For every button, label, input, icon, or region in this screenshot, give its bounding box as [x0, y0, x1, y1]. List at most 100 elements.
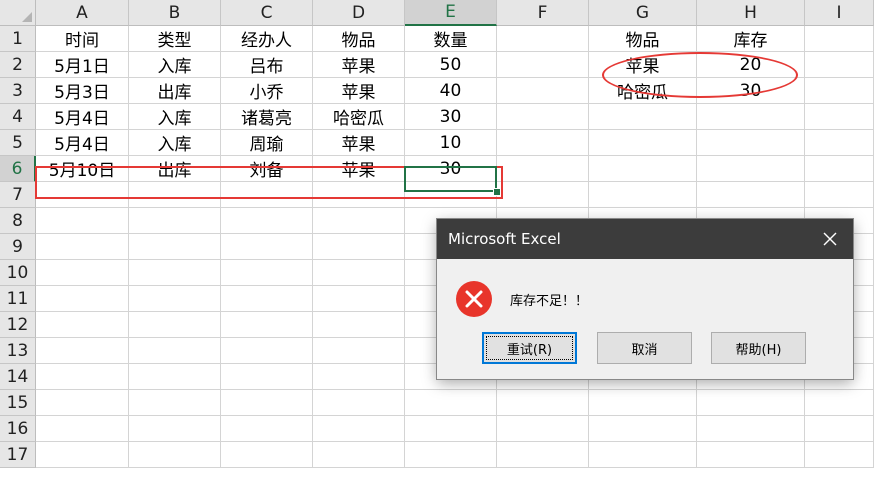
cell-e15[interactable]	[405, 390, 497, 416]
cell-e16[interactable]	[405, 416, 497, 442]
cell-h17[interactable]	[697, 442, 805, 468]
cell-a1[interactable]: 时间	[36, 26, 129, 52]
cell-g7[interactable]	[589, 182, 697, 208]
cell-a10[interactable]	[36, 260, 129, 286]
cell-d16[interactable]	[313, 416, 405, 442]
row-header-12[interactable]: 12	[0, 312, 36, 338]
row-header-16[interactable]: 16	[0, 416, 36, 442]
cell-a2[interactable]: 5月1日	[36, 52, 129, 78]
cell-b7[interactable]	[129, 182, 221, 208]
cell-c1[interactable]: 经办人	[221, 26, 313, 52]
row-header-13[interactable]: 13	[0, 338, 36, 364]
cell-f17[interactable]	[497, 442, 589, 468]
cell-h16[interactable]	[697, 416, 805, 442]
cell-c6[interactable]: 刘备	[221, 156, 313, 182]
column-header-f[interactable]: F	[497, 0, 589, 26]
cell-i4[interactable]	[805, 104, 874, 130]
cell-g5[interactable]	[589, 130, 697, 156]
row-header-14[interactable]: 14	[0, 364, 36, 390]
cell-c4[interactable]: 诸葛亮	[221, 104, 313, 130]
cell-f2[interactable]	[497, 52, 589, 78]
row-header-8[interactable]: 8	[0, 208, 36, 234]
cell-f15[interactable]	[497, 390, 589, 416]
cell-b6[interactable]: 出库	[129, 156, 221, 182]
cell-a5[interactable]: 5月4日	[36, 130, 129, 156]
cell-h7[interactable]	[697, 182, 805, 208]
cell-f5[interactable]	[497, 130, 589, 156]
cell-e2[interactable]: 50	[405, 52, 497, 78]
column-header-d[interactable]: D	[313, 0, 405, 26]
cell-c10[interactable]	[221, 260, 313, 286]
cell-c11[interactable]	[221, 286, 313, 312]
cell-b4[interactable]: 入库	[129, 104, 221, 130]
cell-d10[interactable]	[313, 260, 405, 286]
select-all-corner[interactable]	[0, 0, 36, 26]
cell-d14[interactable]	[313, 364, 405, 390]
cell-f7[interactable]	[497, 182, 589, 208]
row-header-11[interactable]: 11	[0, 286, 36, 312]
cell-d1[interactable]: 物品	[313, 26, 405, 52]
cell-c13[interactable]	[221, 338, 313, 364]
row-header-1[interactable]: 1	[0, 26, 36, 52]
dialog-titlebar[interactable]: Microsoft Excel	[437, 219, 853, 259]
column-header-a[interactable]: A	[36, 0, 129, 26]
cell-e3[interactable]: 40	[405, 78, 497, 104]
cell-g16[interactable]	[589, 416, 697, 442]
row-header-4[interactable]: 4	[0, 104, 36, 130]
cell-b10[interactable]	[129, 260, 221, 286]
column-header-g[interactable]: G	[589, 0, 697, 26]
cell-i6[interactable]	[805, 156, 874, 182]
cell-g6[interactable]	[589, 156, 697, 182]
cell-d9[interactable]	[313, 234, 405, 260]
row-header-15[interactable]: 15	[0, 390, 36, 416]
cell-i2[interactable]	[805, 52, 874, 78]
cell-h5[interactable]	[697, 130, 805, 156]
cell-d11[interactable]	[313, 286, 405, 312]
row-header-6[interactable]: 6	[0, 156, 36, 182]
cell-d3[interactable]: 苹果	[313, 78, 405, 104]
cell-c8[interactable]	[221, 208, 313, 234]
cell-d7[interactable]	[313, 182, 405, 208]
cell-e4[interactable]: 30	[405, 104, 497, 130]
cell-b11[interactable]	[129, 286, 221, 312]
row-header-7[interactable]: 7	[0, 182, 36, 208]
cell-b16[interactable]	[129, 416, 221, 442]
cell-g15[interactable]	[589, 390, 697, 416]
cell-a3[interactable]: 5月3日	[36, 78, 129, 104]
cell-a11[interactable]	[36, 286, 129, 312]
fill-handle[interactable]	[493, 188, 501, 196]
cell-i3[interactable]	[805, 78, 874, 104]
row-header-17[interactable]: 17	[0, 442, 36, 468]
cancel-button[interactable]: 取消	[597, 332, 692, 364]
cell-f6[interactable]	[497, 156, 589, 182]
cell-c7[interactable]	[221, 182, 313, 208]
cell-c5[interactable]: 周瑜	[221, 130, 313, 156]
cell-h2[interactable]: 20	[697, 52, 805, 78]
cell-i15[interactable]	[805, 390, 874, 416]
column-header-c[interactable]: C	[221, 0, 313, 26]
cell-b5[interactable]: 入库	[129, 130, 221, 156]
cell-h1[interactable]: 库存	[697, 26, 805, 52]
cell-i17[interactable]	[805, 442, 874, 468]
cell-d2[interactable]: 苹果	[313, 52, 405, 78]
cell-e17[interactable]	[405, 442, 497, 468]
cell-c2[interactable]: 吕布	[221, 52, 313, 78]
cell-a13[interactable]	[36, 338, 129, 364]
cell-b8[interactable]	[129, 208, 221, 234]
cell-d6[interactable]: 苹果	[313, 156, 405, 182]
row-header-9[interactable]: 9	[0, 234, 36, 260]
cell-g17[interactable]	[589, 442, 697, 468]
cell-i7[interactable]	[805, 182, 874, 208]
cell-c9[interactable]	[221, 234, 313, 260]
cell-c14[interactable]	[221, 364, 313, 390]
column-header-b[interactable]: B	[129, 0, 221, 26]
cell-e6[interactable]: 30	[405, 156, 497, 182]
cell-a16[interactable]	[36, 416, 129, 442]
cell-h15[interactable]	[697, 390, 805, 416]
cell-b17[interactable]	[129, 442, 221, 468]
cell-d12[interactable]	[313, 312, 405, 338]
cell-a7[interactable]	[36, 182, 129, 208]
cell-f1[interactable]	[497, 26, 589, 52]
cell-d17[interactable]	[313, 442, 405, 468]
row-header-10[interactable]: 10	[0, 260, 36, 286]
